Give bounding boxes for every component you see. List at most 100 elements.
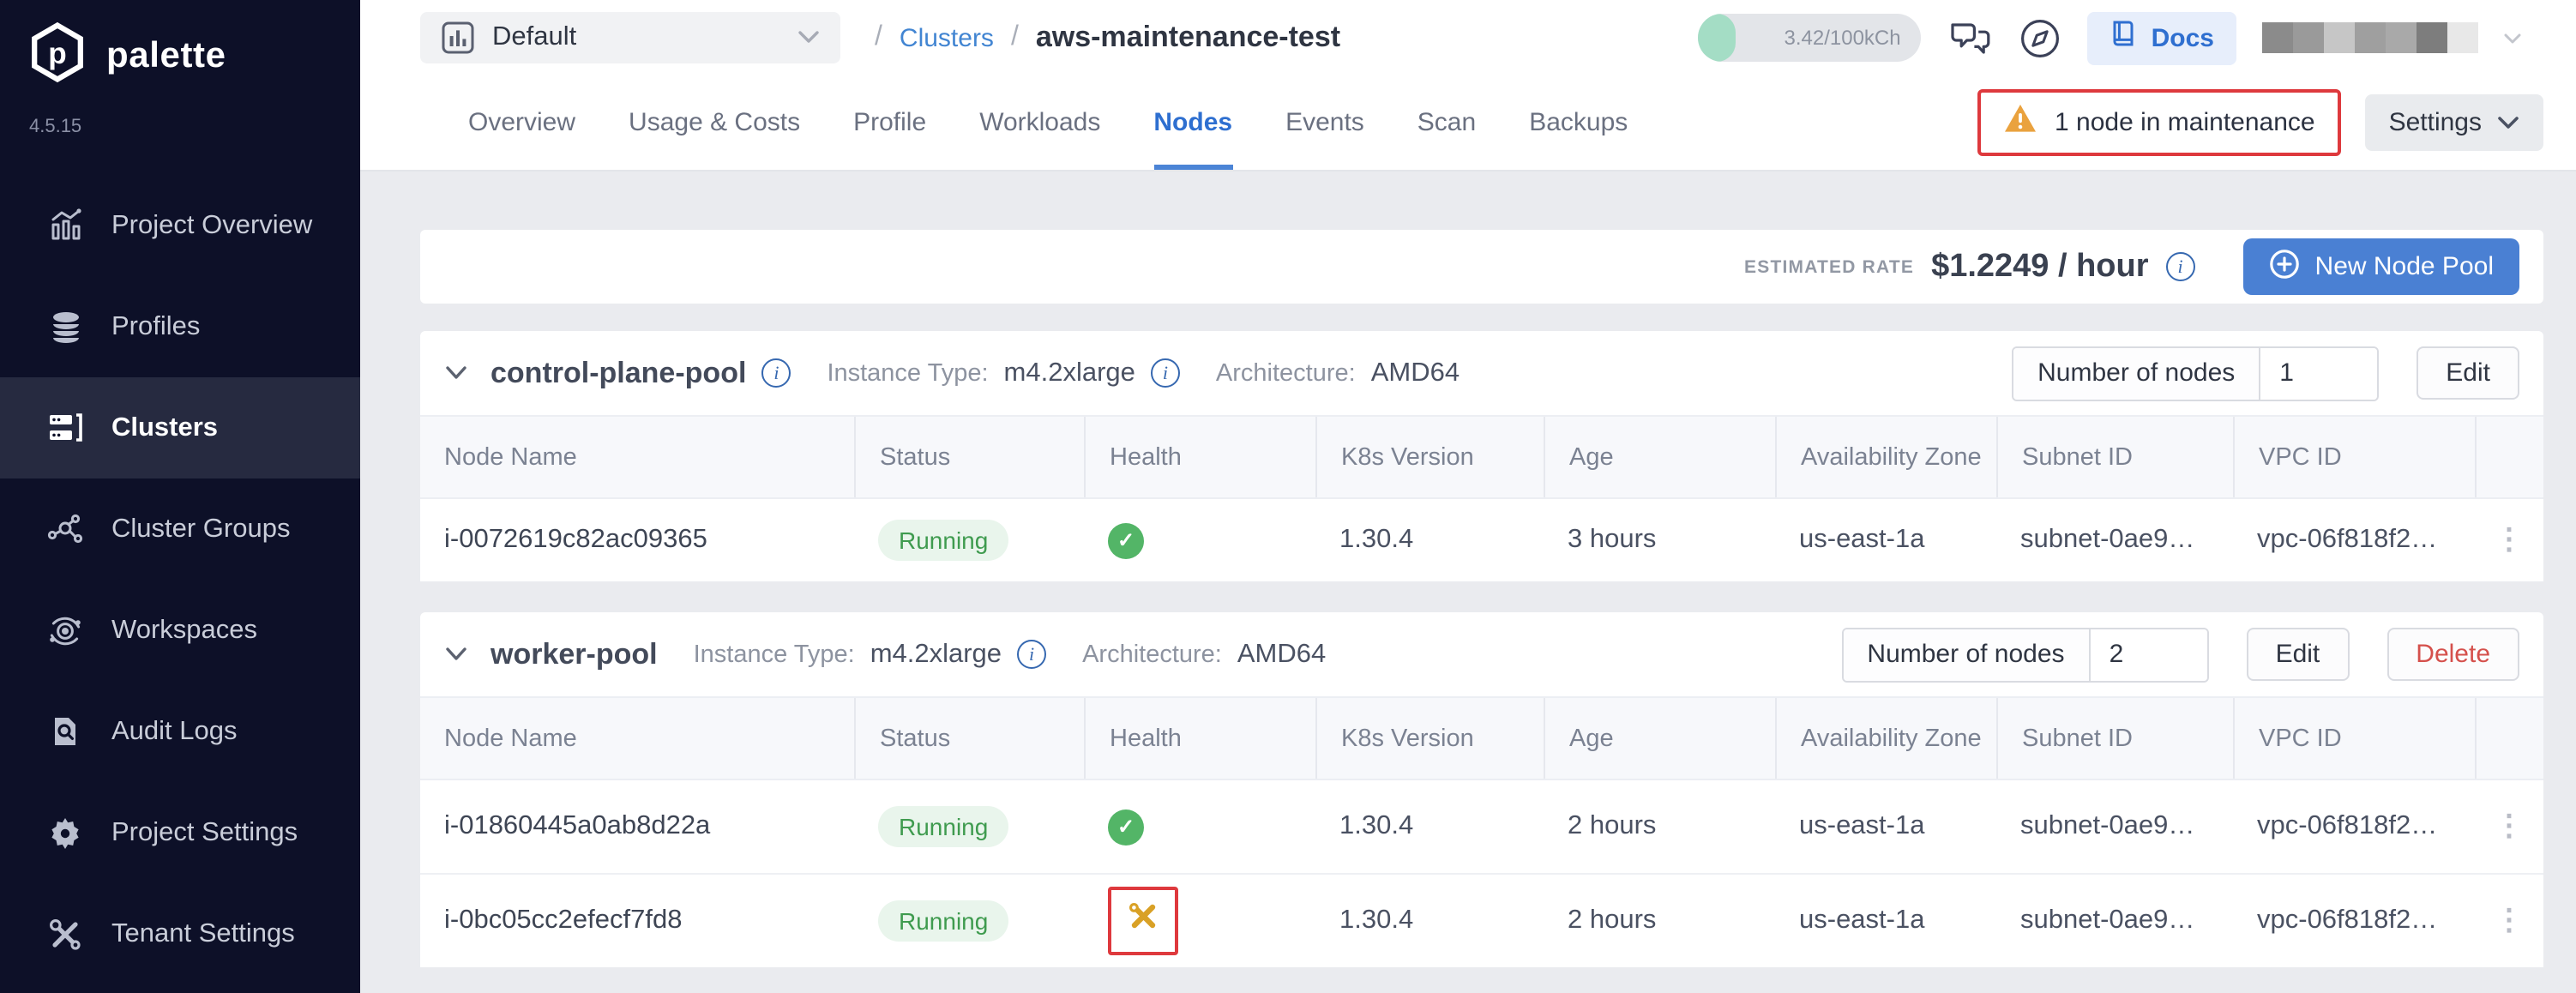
network-icon: [46, 510, 84, 548]
vpc-id-cell: vpc-06f818f2…: [2257, 525, 2438, 554]
column-header-subnet-id: Subnet ID: [1996, 698, 2233, 779]
chevron-down-icon: [797, 22, 820, 53]
number-of-nodes-label: Number of nodes: [2013, 347, 2261, 399]
row-actions-cell: ⋮: [2475, 499, 2543, 581]
chevron-down-icon: [2497, 108, 2519, 137]
app-window: p palette 4.5.15 Project Overview Profile…: [0, 0, 2576, 993]
new-node-pool-label: New Node Pool: [2314, 252, 2494, 281]
node-pool-header: control-plane-pool i Instance Type: m4.2xla…: [420, 331, 2543, 415]
instance-type-value: m4.2xlarge: [1003, 358, 1135, 387]
k8s-version-cell: 1.30.4: [1339, 906, 1414, 935]
column-header-vpc-id: VPC ID: [2233, 698, 2475, 779]
subnet-id-cell: subnet-0ae9…: [2020, 811, 2195, 840]
info-icon[interactable]: i: [1150, 358, 1180, 388]
age-cell: 2 hours: [1568, 811, 1657, 840]
number-of-nodes-value[interactable]: 1: [2260, 347, 2378, 399]
chat-icon[interactable]: [1947, 16, 1994, 59]
edit-button[interactable]: Edit: [2246, 628, 2350, 681]
book-icon: [2110, 19, 2138, 57]
table-row: i-01860445a0ab8d22a Running ✓ 1.30.4 2 hours…: [420, 780, 2543, 873]
sidebar-item-clusters[interactable]: Clusters: [0, 377, 360, 478]
k8s-version-cell: 1.30.4: [1339, 811, 1414, 840]
table-header-row: Node Name Status Health K8s Version Age Avail…: [420, 415, 2543, 499]
tab-nodes[interactable]: Nodes: [1153, 75, 1232, 170]
k8s-version-cell: 1.30.4: [1339, 525, 1414, 554]
kebab-menu-icon[interactable]: ⋮: [2475, 809, 2543, 844]
health-check-icon: ✓: [1108, 809, 1144, 845]
edit-button[interactable]: Edit: [2417, 346, 2519, 400]
project-selector[interactable]: Default: [420, 12, 840, 63]
new-node-pool-button[interactable]: New Node Pool: [2242, 238, 2519, 295]
tab-backups[interactable]: Backups: [1529, 75, 1628, 170]
info-icon[interactable]: i: [761, 358, 791, 388]
server-icon: [46, 409, 84, 447]
app-logo[interactable]: p palette: [0, 0, 360, 93]
architecture-value: AMD64: [1237, 639, 1327, 668]
cluster-tabs-bar: Overview Usage & Costs Profile Workloads Nod…: [360, 75, 2576, 172]
estimated-rate-bar: ESTIMATED RATE $1.2249 / hour i New Node…: [420, 230, 2543, 304]
availability-zone-cell: us-east-1a: [1799, 906, 1925, 935]
sidebar-item-tenant-settings[interactable]: Tenant Settings: [0, 883, 360, 984]
palette-logo-icon: p: [26, 21, 89, 93]
breadcrumb-separator: /: [875, 22, 882, 51]
settings-button-label: Settings: [2388, 108, 2482, 137]
subnet-id-cell: subnet-0ae9…: [2020, 906, 2195, 935]
availability-zone-cell: us-east-1a: [1799, 811, 1925, 840]
column-header-vpc-id: VPC ID: [2233, 417, 2475, 497]
chevron-down-icon[interactable]: [444, 358, 468, 388]
tabs-right-actions: 1 node in maintenance Settings: [1977, 89, 2543, 156]
tab-scan[interactable]: Scan: [1417, 75, 1476, 170]
table-row: i-0bc05cc2efecf7fd8 Running 1.30.4 2 hours u…: [420, 873, 2543, 967]
sidebar-item-audit-logs[interactable]: Audit Logs: [0, 681, 360, 782]
column-header-node-name: Node Name: [444, 725, 577, 752]
node-pool-name: control-plane-pool: [491, 356, 747, 388]
tab-events[interactable]: Events: [1285, 75, 1364, 170]
table-row: i-0072619c82ac09365 Running ✓ 1.30.4 3 hours…: [420, 499, 2543, 581]
sidebar-item-label: Cluster Groups: [111, 514, 291, 543]
kebab-menu-icon[interactable]: ⋮: [2475, 904, 2543, 938]
column-header-node-name: Node Name: [444, 443, 577, 471]
sidebar-item-project-settings[interactable]: Project Settings: [0, 782, 360, 883]
column-header-subnet-id: Subnet ID: [1996, 417, 2233, 497]
column-header-age: Age: [1544, 698, 1775, 779]
compass-icon[interactable]: [2019, 16, 2062, 59]
plus-circle-icon: [2269, 248, 2300, 286]
layers-icon: [46, 308, 84, 346]
sidebar-nav: Project Overview Profiles Clusters Cluster …: [0, 175, 360, 984]
column-header-k8s-version: K8s Version: [1315, 417, 1544, 497]
column-header-availability-zone: Availability Zone: [1775, 698, 1996, 779]
docs-button[interactable]: Docs: [2087, 11, 2236, 64]
tab-usage-costs[interactable]: Usage & Costs: [629, 75, 800, 170]
column-header-health: Health: [1084, 698, 1315, 779]
column-header-availability-zone: Availability Zone: [1775, 417, 1996, 497]
vpc-id-cell: vpc-06f818f2…: [2257, 811, 2438, 840]
info-icon[interactable]: i: [1017, 640, 1047, 669]
sidebar-item-project-overview[interactable]: Project Overview: [0, 175, 360, 276]
user-menu-chevron-icon[interactable]: [2504, 22, 2521, 53]
redacted-user-block[interactable]: [2262, 22, 2478, 53]
instance-type-label: Instance Type:: [693, 641, 855, 668]
tab-workloads[interactable]: Workloads: [979, 75, 1100, 170]
sidebar-item-cluster-groups[interactable]: Cluster Groups: [0, 478, 360, 580]
info-icon[interactable]: i: [2165, 252, 2195, 281]
warning-triangle-icon: [2003, 103, 2037, 142]
svg-text:p: p: [48, 37, 66, 70]
kebab-menu-icon[interactable]: ⋮: [2475, 523, 2543, 557]
maintenance-tools-icon: [1125, 899, 1161, 943]
settings-button[interactable]: Settings: [2364, 94, 2543, 151]
row-actions-cell: ⋮: [2475, 875, 2543, 967]
instance-type-value: m4.2xlarge: [870, 639, 1002, 668]
breadcrumb-link-clusters[interactable]: Clusters: [900, 23, 994, 52]
sidebar-item-profiles[interactable]: Profiles: [0, 276, 360, 377]
number-of-nodes-value[interactable]: 2: [2090, 629, 2207, 680]
architecture-value: AMD64: [1370, 358, 1460, 387]
tab-profile[interactable]: Profile: [853, 75, 926, 170]
delete-button[interactable]: Delete: [2386, 628, 2519, 681]
node-pool-card-control-plane-pool: control-plane-pool i Instance Type: m4.2xla…: [420, 331, 2543, 581]
sidebar-item-label: Project Settings: [111, 817, 298, 846]
tab-overview[interactable]: Overview: [468, 75, 575, 170]
bar-chart-icon: [441, 21, 475, 55]
breadcrumb-separator: /: [1010, 22, 1019, 51]
chevron-down-icon[interactable]: [444, 639, 468, 670]
sidebar-item-workspaces[interactable]: Workspaces: [0, 580, 360, 681]
